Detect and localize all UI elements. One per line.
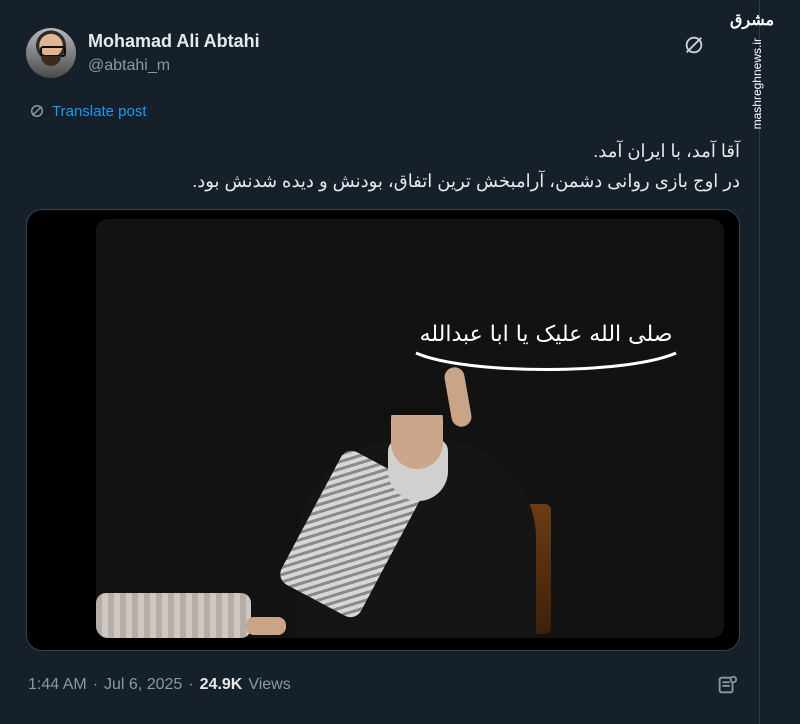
translate-post[interactable]: Translate post: [28, 102, 147, 120]
grok-icon[interactable]: [683, 34, 705, 56]
watermark: مشرق mashreghnews.ir: [730, 10, 774, 129]
avatar[interactable]: [26, 28, 76, 78]
views-label: Views: [248, 676, 291, 693]
banner-text: صلی الله علیک یا ابا عبدالله: [420, 322, 673, 347]
cushion: [96, 593, 251, 638]
translate-icon: [31, 105, 43, 117]
tweet-line-1: آقا آمد، با ایران آمد.: [593, 141, 740, 161]
bookmark-list-icon[interactable]: [716, 674, 738, 696]
tweet-line-2: در اوج بازی روانی دشمن، آرامبخش ترین اتف…: [192, 171, 740, 191]
avatar-beard: [41, 56, 61, 66]
meta-separator: ·: [92, 676, 99, 693]
tweet-text: آقا آمد، با ایران آمد. در اوج بازی روانی…: [60, 136, 740, 196]
watermark-logo: مشرق: [730, 12, 775, 29]
tweet-media[interactable]: صلی الله علیک یا ابا عبدالله: [26, 209, 740, 651]
tweet-photo[interactable]: صلی الله علیک یا ابا عبدالله: [96, 219, 724, 638]
author-handle[interactable]: @abtahi_m: [88, 57, 170, 75]
resting-hand: [246, 617, 286, 635]
translate-post-link[interactable]: Translate post: [52, 103, 147, 120]
author-display-name[interactable]: Mohamad Ali Abtahi: [88, 31, 260, 52]
post-time[interactable]: 1:44 AM: [28, 676, 87, 694]
tweet-card: Mohamad Ali Abtahi @abtahi_m مشرق mashre…: [0, 0, 800, 724]
tweet-meta: 1:44 AM · Jul 6, 2025 · 24.9K Views: [28, 676, 291, 694]
views-count: 24.9K: [199, 676, 243, 693]
watermark-url: mashreghnews.ir: [750, 38, 764, 130]
post-date[interactable]: Jul 6, 2025: [104, 676, 182, 694]
raised-hand: [442, 365, 474, 429]
calligraphy-banner: صلی الله علیک یا ابا عبدالله: [415, 322, 677, 371]
meta-separator-2: ·: [188, 676, 194, 693]
